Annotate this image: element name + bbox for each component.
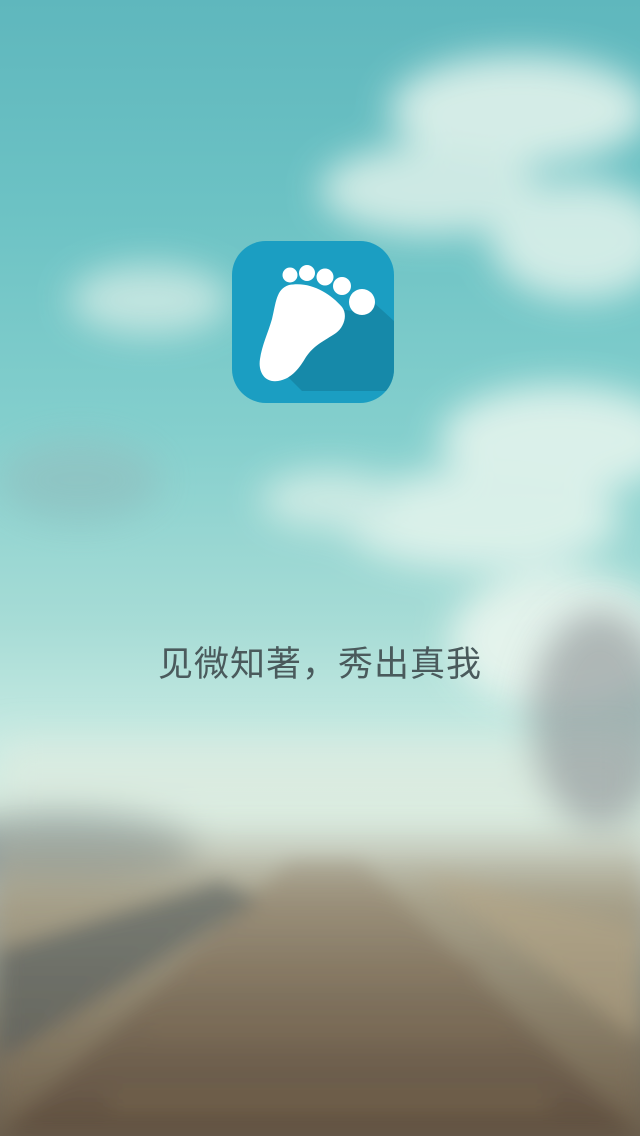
footprint-icon <box>232 241 394 403</box>
background-scene <box>0 55 640 1136</box>
app-logo-icon <box>232 241 394 403</box>
splash-screen: 见微知著，秀出真我 <box>0 0 640 1136</box>
slogan-text: 见微知著，秀出真我 <box>157 645 482 685</box>
